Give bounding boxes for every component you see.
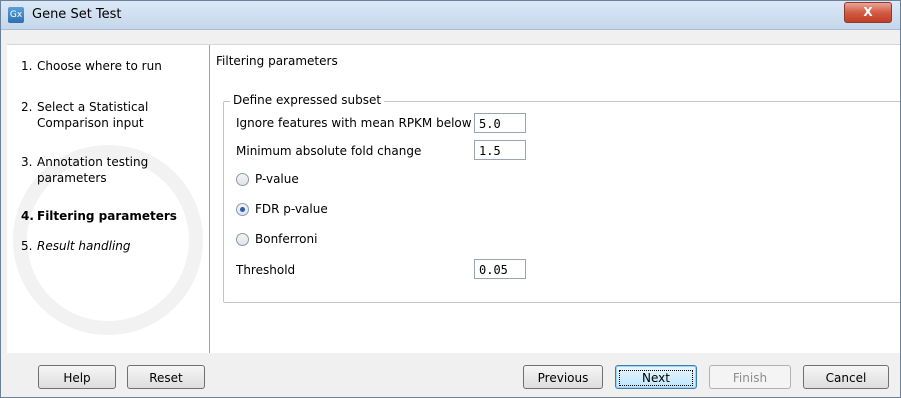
- radio-pvalue-label[interactable]: P-value: [255, 172, 299, 186]
- button-bar: Help Reset Previous Next Finish Cancel: [1, 353, 900, 397]
- finish-button[interactable]: Finish: [709, 365, 791, 389]
- step-number: 1.: [21, 59, 33, 73]
- window-title: Gene Set Test: [32, 7, 122, 22]
- panel-title: Filtering parameters: [216, 54, 338, 68]
- radio-bonferroni-label[interactable]: Bonferroni: [255, 232, 317, 246]
- group-title: Define expressed subset: [230, 93, 385, 107]
- step-label: Result handling: [37, 239, 131, 253]
- threshold-input[interactable]: 0.05: [474, 259, 526, 279]
- title-bar[interactable]: Gx Gene Set Test X: [1, 1, 900, 30]
- ignore-rpkm-label: Ignore features with mean RPKM below: [236, 116, 472, 130]
- radio-bonferroni-button[interactable]: [236, 233, 249, 246]
- reset-button[interactable]: Reset: [127, 365, 205, 389]
- radio-pvalue-button[interactable]: [236, 173, 249, 186]
- dialog-content: 1. Choose where to run 2. Select a Stati…: [7, 44, 900, 353]
- radio-fdr-pvalue-label[interactable]: FDR p-value: [255, 202, 328, 216]
- app-icon: Gx: [8, 7, 24, 23]
- steps-sidebar: 1. Choose where to run 2. Select a Stati…: [7, 45, 210, 353]
- step-label: Filtering parameters: [37, 209, 177, 223]
- step-label: Choose where to run: [37, 59, 162, 73]
- step-number: 3.: [21, 155, 33, 169]
- ignore-rpkm-input[interactable]: 5.0: [474, 113, 526, 133]
- parameters-panel: Filtering parameters Define expressed su…: [211, 45, 900, 353]
- step-label: Annotation testing parameters: [37, 155, 149, 185]
- close-button[interactable]: X: [844, 2, 892, 23]
- previous-button[interactable]: Previous: [523, 365, 603, 389]
- threshold-label: Threshold: [236, 263, 296, 277]
- next-button[interactable]: Next: [615, 365, 697, 389]
- radio-fdr-pvalue-button[interactable]: [236, 203, 249, 216]
- expressed-subset-group: Define expressed subset Ignore features …: [223, 93, 900, 303]
- step-label: Select a Statistical Comparison input: [37, 100, 149, 130]
- step-number: 5.: [21, 239, 33, 253]
- dialog-window: Gx Gene Set Test X 1. Choose where to ru…: [0, 0, 901, 398]
- next-button-label: Next: [619, 370, 693, 386]
- fold-change-input[interactable]: 1.5: [474, 140, 526, 160]
- step-number: 4.: [21, 209, 34, 223]
- step-number: 2.: [21, 100, 33, 114]
- help-button[interactable]: Help: [38, 365, 116, 389]
- cancel-button[interactable]: Cancel: [803, 365, 889, 389]
- fold-change-label: Minimum absolute fold change: [236, 144, 422, 158]
